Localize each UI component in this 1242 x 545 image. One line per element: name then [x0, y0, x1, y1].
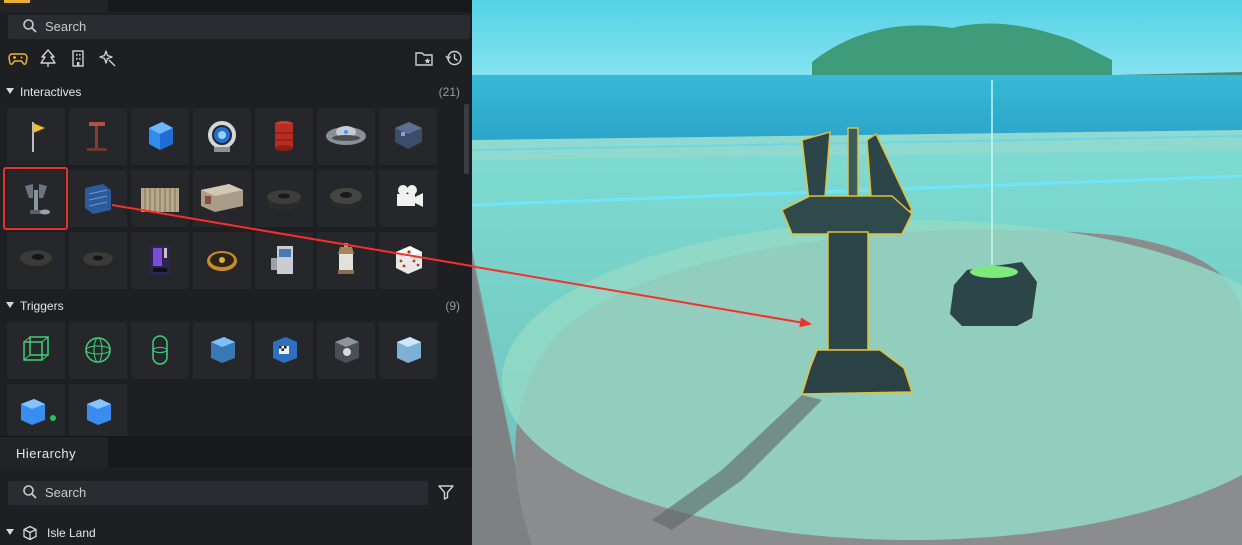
- scene-viewport[interactable]: [472, 0, 1242, 545]
- annotation-arrow-start: [111, 204, 472, 267]
- scene-render: [472, 0, 1242, 545]
